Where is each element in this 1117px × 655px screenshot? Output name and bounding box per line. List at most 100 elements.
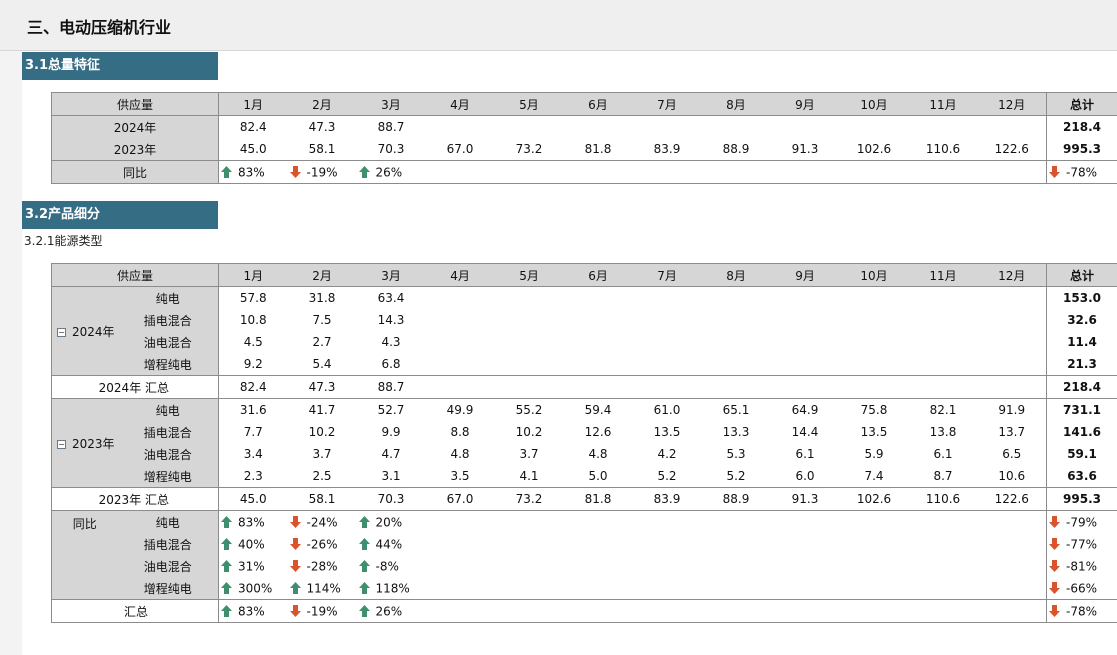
value-cell — [702, 331, 771, 353]
pct-cell — [426, 577, 495, 600]
summary-label: 汇总 — [51, 599, 220, 623]
pct-value: 300% — [238, 581, 273, 596]
pct-cell: 40% — [219, 533, 288, 555]
collapse-icon[interactable]: − — [57, 439, 66, 449]
year-group-toggle[interactable]: −2023年 — [51, 398, 118, 488]
value-cell: 3.4 — [243, 447, 263, 461]
value-cell: 7.4 — [864, 469, 884, 483]
pct-cell: 20% — [356, 510, 426, 533]
pct-cell — [977, 160, 1047, 184]
value-cell — [495, 353, 564, 376]
pct-value: -78% — [1066, 165, 1098, 180]
table-row: −2024年 纯电 57.8 31.8 63.4 153.0 — [51, 286, 1117, 376]
row-label: 纯电 — [117, 286, 220, 309]
pct-cell: 31% — [219, 555, 288, 577]
value-cell: 13.5 — [860, 425, 888, 439]
summary-value — [770, 375, 840, 399]
value-cell: 64.9 — [770, 398, 840, 421]
value-cell — [771, 309, 840, 331]
value-cell — [495, 116, 564, 139]
year-group-toggle[interactable]: −2024年 — [51, 286, 118, 376]
pct-cell — [701, 160, 771, 184]
pct-cell: 44% — [357, 533, 426, 555]
pct-cell — [770, 510, 840, 533]
summary-row: 2023年 汇总 45.0 58.1 70.3 67.0 73.2 81.8 83.9 88.9… — [51, 487, 1117, 511]
table-header-row: 供应量 1月 2月 3月 4月 5月 6月 7月 8月 9月 10月 11月 12月 总计 — [51, 263, 1117, 287]
pct-cell — [978, 577, 1047, 600]
summary-value: 47.3 — [287, 375, 357, 399]
value-cell: 13.8 — [929, 425, 957, 439]
value-cell: 59.4 — [563, 398, 633, 421]
summary-label: 2023年 汇总 — [51, 487, 220, 511]
value-cell — [426, 309, 495, 331]
value-cell — [840, 331, 909, 353]
pct-cell — [495, 533, 564, 555]
table-header-row: 供应量 1月 2月 3月 4月 5月 6月 7月 8月 9月 10月 11月 12月 总计 — [51, 92, 1117, 116]
yoy-row: 同比 纯电 83% -24% 20% -79% — [51, 510, 1117, 600]
arrow-up-icon — [358, 166, 370, 179]
row-label: 纯电 — [117, 510, 220, 533]
table-row: 2024年 82.4 47.3 88.7 218.4 — [51, 115, 1117, 139]
arrow-up-icon — [221, 516, 233, 529]
pct-value: 83% — [238, 165, 265, 180]
pct-value: 114% — [306, 581, 341, 596]
value-cell — [702, 287, 771, 310]
pct-cell — [977, 510, 1047, 533]
value-cell: 6.0 — [795, 469, 815, 483]
value-cell: 83.9 — [653, 142, 681, 156]
value-cell: 4.2 — [657, 447, 677, 461]
pct-value: 83% — [238, 604, 265, 619]
value-cell: 9.2 — [243, 357, 263, 371]
pct-cell — [563, 510, 633, 533]
row-total: 21.3 — [1046, 353, 1117, 376]
value-cell: 5.0 — [588, 469, 608, 483]
arrow-down-icon — [289, 560, 301, 573]
value-cell: 12.6 — [584, 425, 612, 439]
arrow-down-icon — [1049, 605, 1061, 618]
value-cell: 75.8 — [839, 398, 909, 421]
pct-cell: -79% — [1046, 510, 1117, 533]
pct-cell — [909, 577, 978, 600]
value-cell: 55.2 — [494, 398, 564, 421]
summary-value — [632, 375, 702, 399]
summary-value: 73.2 — [494, 487, 564, 511]
arrow-up-icon — [221, 560, 233, 573]
column-header: 供应量 — [51, 263, 220, 287]
value-cell: 88.7 — [377, 120, 405, 134]
value-cell: 13.5 — [653, 425, 681, 439]
value-cell: 3.7 — [312, 447, 332, 461]
value-cell: 2.7 — [312, 335, 332, 349]
value-cell: 5.2 — [726, 469, 746, 483]
value-cell: 3.1 — [381, 469, 401, 483]
summary-value: 82.4 — [218, 375, 288, 399]
pct-cell — [495, 555, 564, 577]
row-total: 32.6 — [1046, 309, 1117, 331]
value-cell — [978, 331, 1047, 353]
arrow-down-icon — [1049, 166, 1060, 179]
total-header: 总计 — [1046, 263, 1117, 287]
month-header: 2月 — [287, 263, 357, 287]
page-title: 三、电动压缩机行业 — [27, 18, 172, 37]
arrow-up-icon — [289, 582, 301, 595]
value-cell: 57.8 — [239, 291, 267, 305]
value-cell: 14.3 — [377, 313, 405, 327]
table-row: 插电混合 10.8 7.5 14.3 32.6 — [52, 309, 1117, 331]
value-cell: 4.5 — [243, 335, 263, 349]
value-cell — [909, 331, 978, 353]
month-header: 7月 — [632, 263, 702, 287]
summary-value: 58.1 — [287, 487, 357, 511]
pct-value: -78% — [1066, 604, 1098, 619]
pct-value: -19% — [306, 165, 338, 180]
pct-cell — [564, 533, 633, 555]
table-row: 油电混合 4.5 2.7 4.3 11.4 — [52, 331, 1117, 353]
row-label: 增程纯电 — [117, 353, 220, 376]
pct-cell: -26% — [288, 533, 357, 555]
collapse-icon[interactable]: − — [57, 327, 66, 337]
month-header: 8月 — [701, 92, 771, 116]
summary-value: 122.6 — [977, 487, 1047, 511]
value-cell: 88.9 — [722, 142, 750, 156]
yoy-summary-row: 汇总 83% -19% 26% -78% — [51, 599, 1117, 623]
arrow-down-icon — [289, 516, 301, 529]
value-cell — [564, 309, 633, 331]
value-cell: 4.1 — [519, 469, 539, 483]
